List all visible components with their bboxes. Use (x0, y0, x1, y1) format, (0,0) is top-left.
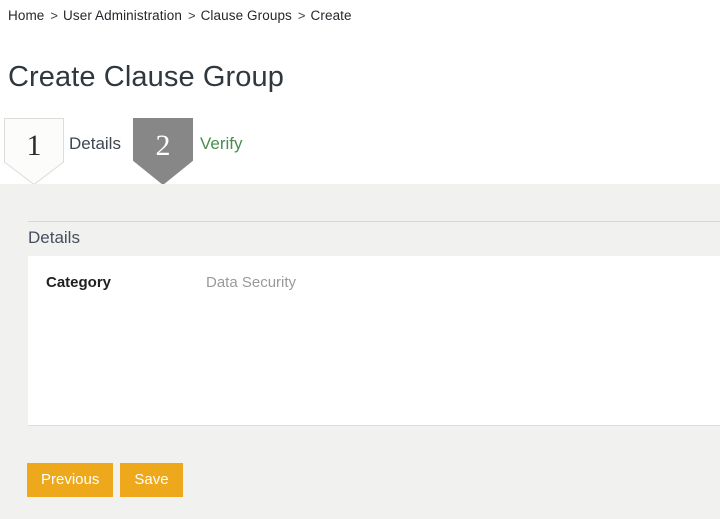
section-divider (28, 221, 720, 222)
wizard-step-number: 2 (155, 129, 171, 162)
wizard-step-label-details[interactable]: Details (69, 134, 121, 154)
breadcrumb-item-create[interactable]: Create (311, 8, 352, 23)
breadcrumb: Home > User Administration > Clause Grou… (0, 0, 720, 31)
wizard-step-label-verify[interactable]: Verify (200, 134, 243, 154)
form-actions: Previous Save (27, 463, 183, 497)
wizard-step-number-wrap: 1 (4, 118, 64, 185)
field-value-category: Data Security (206, 274, 297, 291)
field-label-category: Category (46, 274, 112, 291)
breadcrumb-item-home[interactable]: Home (8, 8, 44, 23)
save-button[interactable]: Save (120, 463, 183, 497)
breadcrumb-item-clause-groups[interactable]: Clause Groups (201, 8, 292, 23)
breadcrumb-item-user-administration[interactable]: User Administration (63, 8, 182, 23)
content-region: Details Category Data Security Previous … (0, 184, 720, 519)
breadcrumb-separator: > (50, 8, 59, 23)
wizard-step-verify[interactable]: 2 (133, 118, 193, 185)
section-title-details: Details (28, 228, 80, 247)
page-title: Create Clause Group (8, 61, 284, 93)
wizard-step-number: 1 (26, 129, 42, 162)
previous-button[interactable]: Previous (27, 463, 114, 497)
breadcrumb-separator: > (297, 8, 306, 23)
field-row-category: Category Data Security (28, 272, 720, 302)
breadcrumb-separator: > (187, 8, 196, 23)
wizard-steps: 1 Details 2 Verify (0, 118, 720, 185)
page-root: Home > User Administration > Clause Grou… (0, 0, 720, 519)
details-panel: Category Data Security (28, 256, 720, 426)
wizard-step-details[interactable]: 1 (4, 118, 64, 185)
wizard-step-number-wrap: 2 (133, 118, 193, 185)
